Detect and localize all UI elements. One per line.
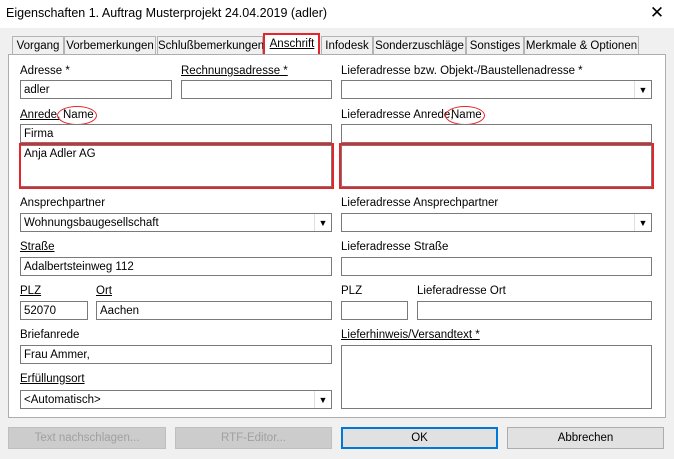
lieferadresse-select[interactable]: ▼ xyxy=(341,80,652,99)
lieferhinweis-label: Lieferhinweis/Versandtext * xyxy=(341,329,480,341)
lief-ort-label: Lieferadresse Ort xyxy=(417,285,506,297)
tab-anschrift-highlight xyxy=(263,33,320,56)
strasse-input[interactable]: Adalbertsteinweg 112 xyxy=(20,257,332,276)
chevron-down-icon[interactable]: ▼ xyxy=(634,214,651,231)
lief-name-highlight-box xyxy=(339,143,654,189)
adresse-label: Adresse * xyxy=(20,65,70,77)
abbrechen-button[interactable]: Abbrechen xyxy=(507,427,664,449)
rechnungsadresse-label: Rechnungsadresse * xyxy=(181,65,288,77)
strasse-label: Straße xyxy=(20,241,55,253)
lief-anrede-input[interactable] xyxy=(341,124,652,143)
ansprechpartner-select[interactable]: Wohnungsbaugesellschaft ▼ xyxy=(20,213,332,232)
lief-ansprechpartner-select[interactable]: ▼ xyxy=(341,213,652,232)
lieferhinweis-textarea[interactable] xyxy=(341,345,652,409)
tab-merkmale-optionen[interactable]: Merkmale & Optionen xyxy=(524,36,639,55)
name-highlight-box xyxy=(19,143,334,189)
briefanrede-label: Briefanrede xyxy=(20,329,80,341)
plz-input[interactable]: 52070 xyxy=(20,301,88,320)
ort-label: Ort xyxy=(96,285,112,297)
text-nachschlagen-button[interactable]: Text nachschlagen... xyxy=(8,427,166,449)
ansprechpartner-label: Ansprechpartner xyxy=(20,197,106,209)
plz-label: PLZ xyxy=(20,285,42,297)
lief-ort-input[interactable] xyxy=(417,301,652,320)
tab-infodesk[interactable]: Infodesk xyxy=(321,36,373,55)
lief-strasse-input[interactable] xyxy=(341,257,652,276)
lief-plz-label: PLZ xyxy=(341,285,363,297)
ansprechpartner-value: Wohnungsbaugesellschaft xyxy=(24,217,159,229)
lief-strasse-label: Lieferadresse Straße xyxy=(341,241,449,253)
lief-name-highlight-oval xyxy=(445,106,485,125)
rtf-editor-button[interactable]: RTF-Editor... xyxy=(175,427,332,449)
anrede-input[interactable]: Firma xyxy=(20,124,332,143)
tab-vorbemerkungen[interactable]: Vorbemerkungen xyxy=(64,36,156,55)
tab-vorgang[interactable]: Vorgang xyxy=(12,36,64,55)
close-icon[interactable]: ✕ xyxy=(646,2,668,24)
lief-anrede-label: Lieferadresse Anrede, xyxy=(341,109,454,121)
anrede-label: Anrede, xyxy=(20,109,61,121)
erfuellungsort-select[interactable]: <Automatisch> ▼ xyxy=(20,390,332,409)
window-title: Eigenschaften 1. Auftrag Musterprojekt 2… xyxy=(6,6,328,20)
tab-sonstiges[interactable]: Sonstiges xyxy=(466,36,524,55)
erfuellungsort-value: <Automatisch> xyxy=(24,394,101,406)
chevron-down-icon[interactable]: ▼ xyxy=(634,81,651,98)
erfuellungsort-label: Erfüllungsort xyxy=(20,373,85,385)
briefanrede-input[interactable]: Frau Ammer, xyxy=(20,345,332,364)
ort-input[interactable]: Aachen xyxy=(96,301,332,320)
rechnungsadresse-input[interactable] xyxy=(181,80,332,99)
ok-button[interactable]: OK xyxy=(341,427,498,449)
adresse-input[interactable]: adler xyxy=(20,80,172,99)
tab-sonderzuschlaege[interactable]: Sonderzuschläge xyxy=(373,36,466,55)
lieferadresse-label: Lieferadresse bzw. Objekt-/Baustellenadr… xyxy=(341,65,583,77)
chevron-down-icon[interactable]: ▼ xyxy=(314,214,331,231)
lief-ansprechpartner-label: Lieferadresse Ansprechpartner xyxy=(341,197,499,209)
tab-schlussbemerkungen[interactable]: Schlußbemerkungen xyxy=(157,36,264,55)
lief-plz-input[interactable] xyxy=(341,301,408,320)
name-highlight-oval xyxy=(57,106,97,125)
chevron-down-icon[interactable]: ▼ xyxy=(314,391,331,408)
